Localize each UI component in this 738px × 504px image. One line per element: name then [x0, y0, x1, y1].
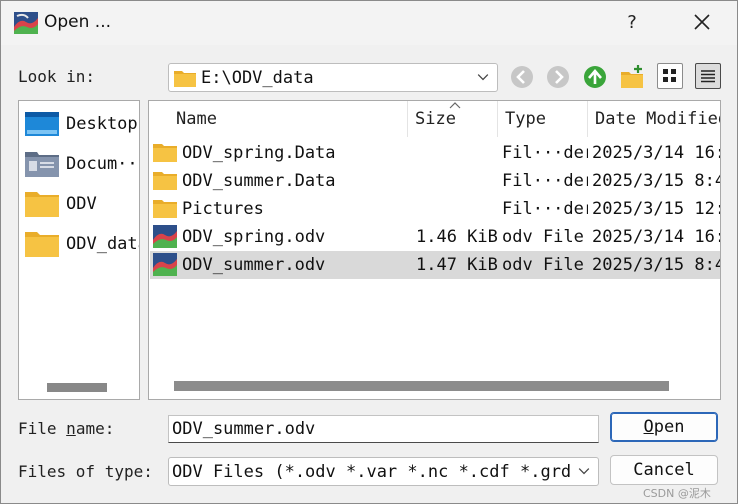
file-list-horizontal-scrollbar[interactable] — [174, 381, 669, 391]
folder-icon — [153, 172, 177, 190]
file-name-label-part: ame: — [75, 419, 115, 438]
sidebar-item-label: ODV — [66, 194, 97, 214]
folder-icon — [25, 232, 59, 257]
file-row[interactable]: Pictures Fil···der 2025/3/15 12: — [150, 195, 721, 223]
sidebar-horizontal-scrollbar[interactable] — [47, 383, 107, 392]
window-title: Open ... — [44, 12, 112, 32]
odv-file-icon — [153, 225, 177, 248]
detail-view-button[interactable] — [695, 63, 721, 89]
file-type-value: ODV Files (*.odv *.var *.nc *.cdf *.grd) — [172, 462, 574, 482]
sidebar-item-label: ODV_data — [66, 234, 140, 254]
folder-icon — [153, 200, 177, 218]
odv-file-icon — [153, 253, 177, 276]
file-date: 2025/3/15 8:4 — [592, 255, 721, 275]
sidebar-item-documents[interactable]: Docum··· — [25, 147, 140, 181]
file-type-label: Files of type: — [18, 462, 153, 481]
back-icon[interactable] — [509, 64, 535, 90]
file-type: odv File — [502, 227, 584, 247]
column-divider — [497, 101, 498, 137]
file-date: 2025/3/14 16: — [592, 143, 721, 163]
sidebar-item-label: Desktop — [66, 114, 138, 134]
file-type: Fil···der — [502, 171, 588, 191]
sidebar-item-desktop[interactable]: Desktop — [25, 107, 139, 141]
file-date: 2025/3/14 16: — [592, 227, 721, 247]
sort-ascending-icon — [449, 102, 461, 109]
file-date: 2025/3/15 8:4 — [592, 171, 721, 191]
forward-icon[interactable] — [545, 64, 571, 90]
file-size: 1.46 KiB — [416, 227, 498, 247]
close-icon[interactable] — [687, 9, 717, 37]
file-name: ODV_summer.odv — [182, 255, 326, 275]
file-name-value: ODV_summer.odv — [172, 419, 316, 439]
column-divider — [587, 101, 588, 137]
file-row-selected[interactable]: ODV_summer.odv 1.47 KiB odv File 2025/3/… — [150, 251, 721, 279]
folder-icon — [153, 144, 177, 162]
file-type: Fil···der — [502, 143, 588, 163]
chevron-down-icon — [578, 468, 590, 475]
file-type: odv File — [502, 255, 584, 275]
list-view-button[interactable] — [657, 63, 683, 89]
odv-app-icon — [14, 12, 38, 34]
up-folder-icon[interactable] — [582, 64, 608, 90]
file-type: Fil···der — [502, 199, 588, 219]
places-sidebar: Desktop Docum··· ODV ODV_data — [18, 100, 140, 400]
file-name-input[interactable]: ODV_summer.odv — [168, 415, 599, 443]
file-name-label-part: File — [18, 419, 67, 438]
sidebar-item-odv-data[interactable]: ODV_data — [25, 227, 140, 261]
documents-icon — [25, 152, 59, 177]
open-button-mnemonic: O — [643, 417, 654, 437]
chevron-down-icon — [477, 74, 489, 81]
file-list: Name Size Type Date Modified ODV_spring.… — [148, 100, 721, 400]
new-folder-icon[interactable] — [619, 64, 645, 90]
file-name: Pictures — [182, 199, 264, 219]
open-button[interactable]: Open — [610, 412, 718, 442]
file-row[interactable]: ODV_summer.Data Fil···der 2025/3/15 8:4 — [150, 167, 721, 195]
file-name-label: File name: — [18, 419, 114, 438]
look-in-label: Look in: — [18, 67, 96, 86]
file-date: 2025/3/15 12: — [592, 199, 721, 219]
file-row[interactable]: ODV_spring.Data Fil···der 2025/3/14 16: — [150, 139, 721, 167]
folder-icon — [174, 71, 196, 87]
sidebar-item-label: Docum··· — [66, 154, 140, 174]
folder-icon — [25, 192, 59, 217]
look-in-combo[interactable]: E:\ODV_data — [168, 63, 498, 92]
help-button[interactable]: ? — [618, 9, 646, 37]
details-icon — [701, 70, 715, 83]
desktop-icon — [25, 112, 59, 136]
sidebar-item-odv[interactable]: ODV — [25, 187, 139, 221]
look-in-path: E:\ODV_data — [201, 68, 314, 88]
cancel-button[interactable]: Cancel — [610, 455, 718, 485]
file-name: ODV_spring.odv — [182, 227, 326, 247]
file-name: ODV_spring.Data — [182, 143, 336, 163]
title-bar[interactable]: Open ... ? — [1, 1, 737, 45]
file-name-label-mnemonic: n — [66, 419, 76, 438]
file-row[interactable]: ODV_spring.odv 1.46 KiB odv File 2025/3/… — [150, 223, 721, 251]
open-file-dialog: Open ... ? Look in: E:\ODV_data Desktop … — [0, 0, 738, 504]
grid-icon — [663, 69, 676, 82]
file-type-combo[interactable]: ODV Files (*.odv *.var *.nc *.cdf *.grd) — [168, 457, 599, 486]
file-size: 1.47 KiB — [416, 255, 498, 275]
watermark: CSDN @泥木 — [643, 487, 711, 500]
file-name: ODV_summer.Data — [182, 171, 336, 191]
column-divider — [407, 101, 408, 137]
open-button-label: pen — [653, 417, 685, 437]
